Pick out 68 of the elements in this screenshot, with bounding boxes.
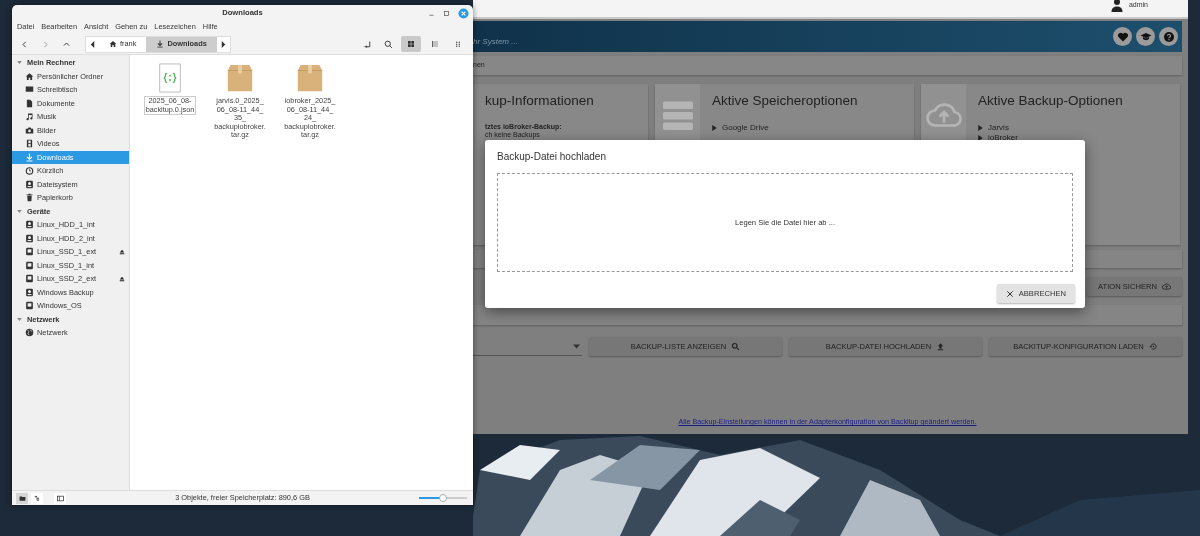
bullet-icon — [978, 134, 983, 141]
globe-icon — [25, 328, 34, 338]
drive-icon — [25, 233, 34, 243]
drive-icon — [25, 287, 34, 297]
places-pane-button[interactable] — [16, 492, 28, 504]
expand-triangle-icon — [16, 315, 23, 323]
help-icon — [1162, 30, 1175, 43]
forward-icon — [41, 39, 50, 49]
help-button[interactable] — [1159, 27, 1178, 46]
trash-icon — [25, 193, 34, 203]
tutorial-button[interactable] — [1136, 27, 1155, 46]
list-item: ioBroker — [988, 132, 1018, 143]
bullet-icon — [712, 125, 717, 132]
back-icon — [20, 39, 29, 49]
download-icon — [156, 40, 165, 48]
list-item: Google Drive — [722, 123, 769, 133]
upload-icon — [936, 342, 946, 351]
eject-icon — [119, 276, 125, 283]
panel-icon — [56, 494, 64, 502]
drive-icon — [25, 220, 34, 230]
tree-pane-button[interactable] — [31, 492, 43, 504]
film-icon — [25, 139, 34, 149]
search-icon — [731, 342, 741, 351]
graduation-cap-icon — [1139, 30, 1152, 43]
music-note-icon — [25, 112, 34, 122]
expand-triangle-icon — [16, 59, 23, 67]
heart-icon — [1116, 30, 1129, 43]
box-icon — [225, 62, 255, 94]
folder-icon — [18, 494, 26, 502]
box-icon — [295, 62, 325, 94]
drive-icon — [25, 260, 34, 270]
clock-icon — [25, 166, 34, 176]
slider-thumb[interactable] — [439, 494, 447, 502]
grid-icon — [407, 40, 415, 48]
eject-icon — [119, 249, 125, 256]
document-icon — [25, 98, 34, 108]
drive-icon — [25, 179, 34, 189]
compact-list-icon — [455, 40, 463, 48]
home-icon — [109, 40, 117, 48]
close-button[interactable] — [458, 7, 469, 19]
expand-triangle-icon — [16, 207, 23, 215]
sidebar-toggle-button[interactable] — [54, 492, 66, 504]
card-title: kup-Informationen — [485, 92, 595, 110]
restore-icon — [1148, 342, 1158, 351]
monitor-icon — [25, 85, 34, 95]
camera-icon — [25, 125, 34, 135]
home-icon — [25, 71, 34, 81]
maximize-icon — [443, 9, 450, 17]
card-title: Aktive Backup-Optionen — [978, 92, 1124, 110]
right-triangle-icon — [220, 40, 226, 48]
drive-icon — [25, 274, 34, 284]
drive-icon — [25, 301, 34, 311]
cloud-upload-icon — [1161, 282, 1171, 291]
list-item: Jarvis — [988, 123, 1009, 133]
card-title: Aktive Speicheroptionen — [712, 92, 859, 110]
search-icon — [384, 39, 393, 49]
corner-arrow-icon — [363, 39, 372, 49]
caret-icon — [573, 343, 580, 349]
left-triangle-icon — [90, 40, 95, 48]
drive-icon — [25, 247, 34, 257]
header-subtitle: hr System ... — [473, 35, 519, 48]
dialog-title: Backup-Datei hochladen — [497, 150, 607, 164]
icon-view-button[interactable] — [401, 36, 421, 52]
download-icon — [25, 152, 34, 162]
favorite-button[interactable] — [1113, 27, 1132, 46]
tree-icon — [33, 494, 41, 502]
close-icon — [1005, 289, 1014, 298]
bullet-icon — [978, 125, 983, 132]
